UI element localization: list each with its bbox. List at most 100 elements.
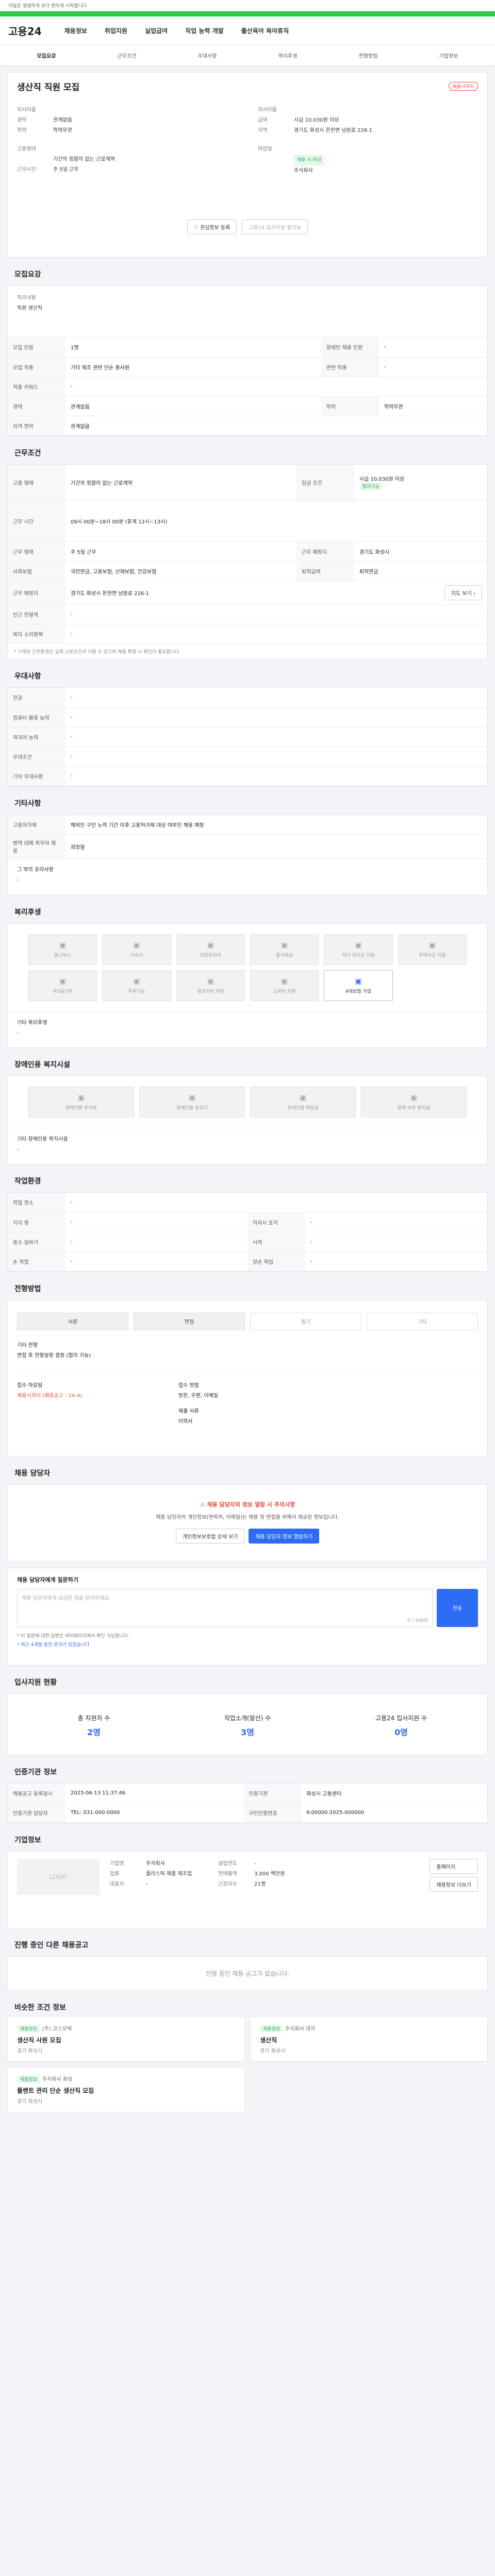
facility-item: ▣ 장애 보조 편의설 (361, 1087, 467, 1117)
section-title-agency: 인증기관 정보 (14, 1768, 57, 1776)
welfare-card: ▣ 통근버스 ▣ 기숙사 ▣ 차량유지비 ▣ 중식제공 ▣ 자녀 학자금 지원 ▣ 주택자금… (7, 923, 488, 1048)
job-summary-card: 생산직 직원 모집 채용시까지 자사이름 경력 관계없음 학력 학력무관 고용형태 … (7, 72, 488, 258)
site-logo[interactable]: 고용24 (8, 23, 42, 38)
facility-item: ▣ 장애인용 승강기 (139, 1087, 245, 1117)
welfare-item: ▣ 통근버스 (28, 934, 97, 965)
docs-value: 이력서 (178, 1418, 193, 1425)
qa-note: * 최근 4개월 동안 문의가 있었습니다 (17, 1642, 90, 1648)
tab-company[interactable]: 기업정보 (408, 52, 489, 59)
company-label: 자사이름 (17, 107, 36, 113)
warning-icon: ⚠ (200, 1501, 207, 1508)
warning-title: ⚠ 채용 담당자의 정보 열람 시 주의사항 (200, 1501, 295, 1508)
tab-recruit[interactable]: 모집요강 (6, 52, 87, 59)
table-row: 경력 관계없음 학력 학력무관 (8, 396, 487, 416)
table-row: 모집 직종 기타 제조 관련 단순 종사원 관련 직종 - (8, 357, 487, 377)
worktime-value: 주 5일 근무 (53, 167, 79, 173)
more-jobs-button[interactable]: 채용정보 더보기 (430, 1877, 478, 1892)
map-button[interactable]: 지도 보기 › (444, 585, 482, 600)
table-row: 자격 면허 관계없음 (8, 416, 487, 436)
table-row: 컴퓨터 활용 능력 - (8, 707, 487, 727)
section-title-prefer: 우대사항 (14, 672, 41, 681)
gnb-item[interactable]: 출산육아 육아휴직 (241, 26, 289, 35)
welfare-item: ▣ 주차가능 (102, 970, 171, 1001)
company-card: LOGO 기업명 주식회사 설립연도 - 업종 플라스틱 제품 제조업 연매출액 3,000… (7, 1851, 488, 1928)
qa-textarea[interactable]: 채용 담당자에게 궁금한 점을 문의하세요. 0 / 300자 (17, 1588, 433, 1627)
heart-icon: ♡ (193, 225, 200, 231)
disabled-other-label: 기타 장애인용 복지시설 (17, 1137, 68, 1142)
work-note: * 기재된 근무환경은 실제 근로조건과 다를 수 있으며 채용 확정 시 확인… (14, 650, 181, 655)
workenv-card: 작업 장소 - 지지 형 - 의자시 포각 - 중소 일바기 - 시력 - 손 작업 - 양손 작… (7, 1192, 488, 1272)
others-card: 진행 중인 채용 공고가 없습니다. (7, 1956, 488, 1991)
agency-card: 채용공고 등록일시 2025-06-13 11:37:46 인증기관 화성시 고용센터… (7, 1783, 488, 1823)
tab-selection[interactable]: 전형방법 (328, 52, 408, 59)
table-row: 채용공고 등록일시 2025-06-13 11:37:46 인증기관 화성시 고용센터 (8, 1783, 487, 1803)
privacy-button[interactable]: 개인정보보호법 상세 보기 (175, 1528, 245, 1544)
edu-label: 학력 (17, 128, 27, 133)
gnb-item[interactable]: 채용정보 (64, 26, 87, 35)
tab-welfare[interactable]: 복리후생 (248, 52, 328, 59)
worktime-label: 근무시간 (17, 167, 36, 173)
parking-icon: ▣ (77, 1093, 85, 1102)
wage-tag: 협의가능 (359, 482, 383, 490)
table-row: 사회보험 국민연금, 고용보험, 산재보험, 건강보험 퇴직급여 퇴직연금 (8, 561, 487, 581)
gnb-item[interactable]: 취업지원 (105, 26, 127, 35)
interest-button[interactable]: ♡ 관심정보 등록 (187, 219, 237, 234)
section-tabs: 모집요강 근무조건 우대사항 복리후생 전형방법 기업정보 (0, 45, 495, 66)
welfare-item: ▣ 경조사비 지원 (176, 970, 245, 1001)
welfare-item: ▣ 자녀 학자금 지원 (324, 934, 393, 965)
welfare-item: ▣ 기숙사 (102, 934, 171, 965)
company-logo: LOGO (17, 1859, 100, 1895)
tab-work[interactable]: 근무조건 (87, 52, 167, 59)
table-row: 병역 대체 복무자 채용 희망함 (8, 834, 487, 859)
similar-card[interactable]: 채용정보 주식회사 화성 플랜트 관리 단순 생산직 모집 경기 화성시 (7, 2067, 245, 2112)
table-row: 손 작업 - 양손 작업 - (8, 1251, 487, 1272)
homepage-button[interactable]: 홈페이지 (430, 1859, 478, 1874)
section-title-similar: 비슷한 조건 정보 (14, 2004, 66, 2012)
deadline-label: 접수 마감일 (17, 1382, 43, 1388)
house-icon: ▣ (428, 941, 436, 950)
table-row: 외국어 능력 - (8, 727, 487, 747)
gnb-item[interactable]: 실업급여 (145, 26, 168, 35)
meal-icon: ▣ (281, 941, 288, 950)
table-row: 전공 - (8, 688, 487, 708)
welfare-other-value: - (17, 1030, 19, 1036)
insurance-icon: ▣ (355, 977, 362, 986)
method-other: 기타 (367, 1312, 478, 1330)
accessibility-icon: ▣ (410, 1093, 418, 1102)
employment-value: 기간의 정함이 없는 근로계약 (53, 157, 115, 162)
table-row: 고용허가제 해외인 구인 노력 기간 이후 고용허가제 대상 여부인 채용 예정 (8, 815, 487, 835)
work-card: 고용 형태 기간의 정함이 없는 근로계약 임금 조건 시급 10,030원 이상 협의… (7, 464, 488, 659)
section-title-others: 진행 중인 다른 채용공고 (14, 1941, 89, 1950)
stat-total: 총 지원자 수 2명 (77, 1714, 110, 1737)
tab-prefer[interactable]: 우대사항 (167, 52, 248, 59)
work-table: 고용 형태 기간의 정함이 없는 근로계약 임금 조건 시급 10,030원 이상 협의… (8, 464, 487, 644)
gnb-item[interactable]: 직업 능력 개발 (185, 26, 224, 35)
similar-card[interactable]: 채용정보 주식회사 대지 생산직 경기 화성시 (250, 2016, 488, 2062)
employment-label: 고용형태 (17, 146, 36, 152)
green-banner (0, 11, 495, 16)
job-title: 생산직 직원 모집 (17, 82, 80, 93)
warning-body: 채용 담당자의 개인정보(연락처, 이메일)는 채용 및 면접을 위해서 제공된… (156, 1514, 339, 1520)
qa-title: 채용 담당자에게 질문하기 (17, 1576, 78, 1583)
stat-referral: 직업소개(알선) 수 3명 (224, 1714, 271, 1737)
section-title-disabled: 장애인용 복지시설 (14, 1061, 70, 1069)
facility-item: ▣ 장애인용 화장실 (250, 1087, 356, 1117)
welfare-item: ▣ 주5일근무 (28, 970, 97, 1001)
welfare-other-label: 기타 복리후생 (17, 1020, 47, 1026)
view-contact-button[interactable]: 채용 담당자 정보 열람하기 (249, 1528, 320, 1544)
section-title-etc: 기타사항 (14, 799, 41, 808)
others-empty: 진행 중인 채용 공고가 없습니다. (205, 1970, 290, 1977)
apply-button[interactable]: 고용24 입사지원 불가능 (242, 219, 308, 234)
deadline-label: 마감일 (258, 146, 272, 152)
qa-submit-button[interactable]: 전송 (437, 1588, 478, 1627)
welfare-item: ▣ 4대보험 가입 (324, 970, 393, 1001)
elevator-icon: ▣ (188, 1093, 196, 1102)
similar-card[interactable]: 채용정보 (주) 코스모텍 생산직 사원 모집 경기 화성시 (7, 2016, 245, 2062)
etc-other-value: - (17, 877, 19, 883)
prefer-table: 전공 - 컴퓨터 활용 능력 - 외국어 능력 - 우대조건 - 기타 우대사항 - (8, 688, 487, 786)
pay-value: 시급 10,030원 이상 (294, 117, 339, 123)
method-value: 방문, 우편, 이메일 (178, 1393, 219, 1399)
location-label: 지역 (258, 128, 268, 133)
location-value: 경기도 화성시 온천면 남원로 226-1 (294, 128, 373, 133)
etc-card: 고용허가제 해외인 구인 노력 기간 이후 고용허가제 대상 여부인 채용 예정 … (7, 814, 488, 895)
